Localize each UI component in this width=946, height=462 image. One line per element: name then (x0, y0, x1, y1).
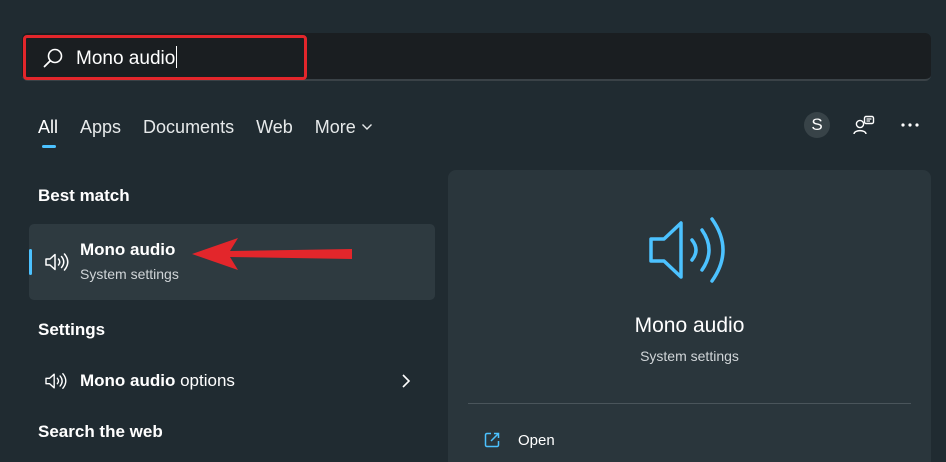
more-options-icon[interactable] (899, 114, 921, 136)
account-avatar[interactable]: S (804, 112, 830, 138)
divider (468, 403, 911, 404)
settings-result-match-text: Mono audio (80, 371, 176, 390)
speaker-icon (649, 217, 725, 283)
best-match-heading: Best match (38, 186, 130, 205)
speaker-icon (45, 373, 67, 389)
chevron-down-icon (361, 124, 372, 130)
open-external-icon[interactable] (483, 431, 501, 449)
open-action[interactable]: Open (518, 432, 555, 449)
preview-title: Mono audio (634, 314, 745, 337)
tab-documents-label: Documents (143, 117, 235, 137)
selection-indicator (29, 249, 32, 275)
tab-web-label: Web (256, 117, 293, 137)
tab-all[interactable]: All (38, 116, 58, 150)
best-match-title: Mono audio (80, 240, 176, 259)
settings-result-mono-audio-options[interactable]: Mono audio options (80, 371, 235, 391)
search-input-value: Mono audio (76, 48, 176, 69)
preview-subtitle: System settings (640, 348, 739, 364)
filter-tabs: All Apps Documents Web More (38, 116, 395, 150)
chevron-right-icon[interactable] (400, 372, 412, 390)
annotation-arrow-icon (192, 238, 352, 270)
settings-result-rest-text: options (175, 371, 235, 390)
tab-more[interactable]: More (315, 116, 373, 150)
tab-more-label: More (314, 117, 356, 137)
search-icon (43, 48, 63, 68)
search-input[interactable]: Mono audio (76, 46, 178, 71)
best-match-subtitle: System settings (80, 266, 179, 282)
speaker-icon (45, 253, 69, 271)
start-search-window: Mono audio All Apps Documents Web More S… (0, 0, 946, 462)
text-caret (176, 46, 178, 68)
tab-all-label: All (38, 117, 59, 137)
tab-documents[interactable]: Documents (143, 116, 234, 150)
tab-web[interactable]: Web (256, 116, 293, 150)
search-web-heading: Search the web (38, 422, 163, 441)
switch-account-icon[interactable] (852, 114, 876, 136)
tab-apps[interactable]: Apps (80, 116, 121, 150)
tab-apps-label: Apps (80, 117, 122, 137)
settings-heading: Settings (38, 320, 106, 339)
